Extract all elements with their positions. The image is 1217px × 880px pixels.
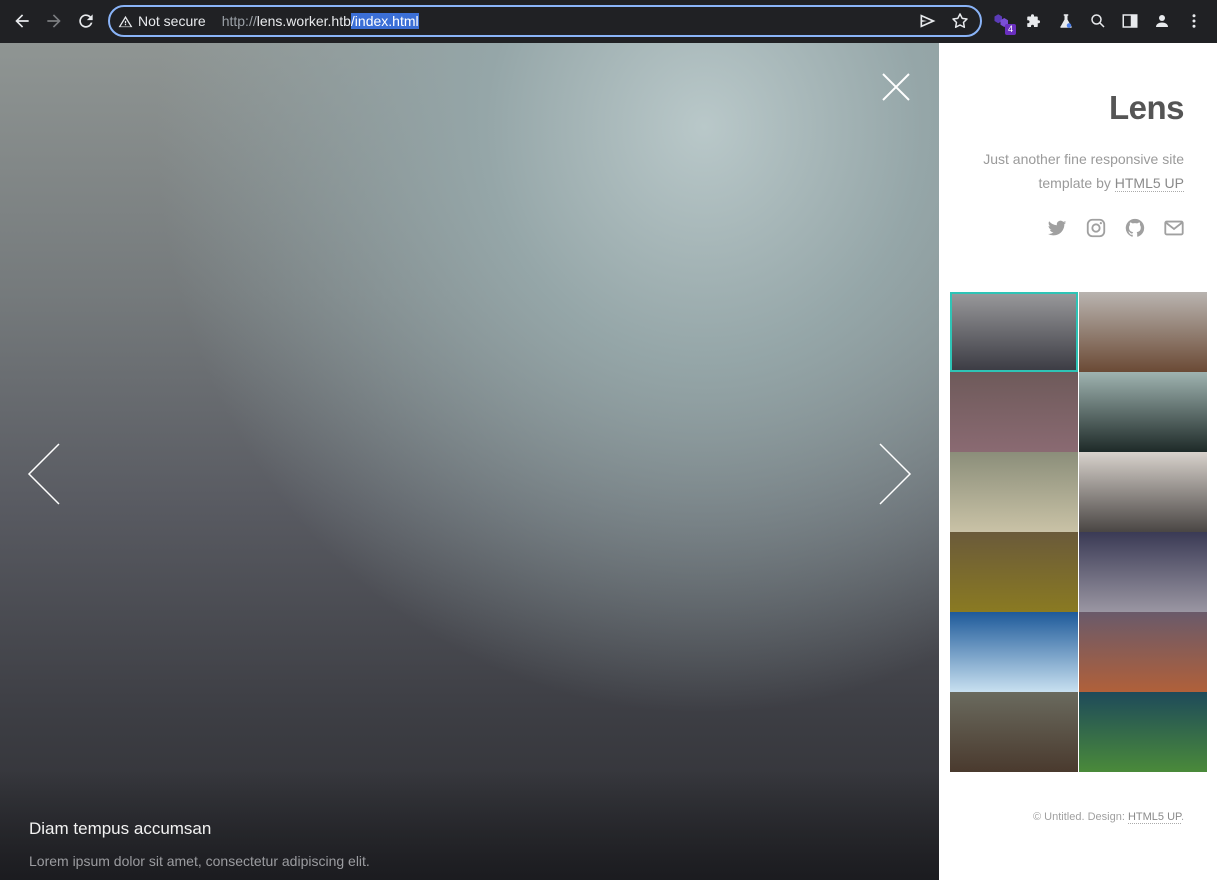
- url-host: lens.worker.htb: [256, 13, 351, 29]
- search-icon: [1091, 14, 1105, 28]
- flask-icon: [1060, 14, 1072, 28]
- thumbnail[interactable]: [1079, 692, 1207, 772]
- security-indicator[interactable]: Not secure: [118, 13, 222, 29]
- person-icon: [1156, 15, 1168, 27]
- twitter-icon[interactable]: [1046, 217, 1068, 239]
- image-caption: Diam tempus accumsan Lorem ipsum dolor s…: [29, 819, 370, 869]
- thumbnail[interactable]: [950, 372, 1078, 452]
- side-panel-button[interactable]: [1120, 6, 1140, 36]
- thumbnail[interactable]: [1079, 292, 1207, 372]
- instagram-icon[interactable]: [1085, 217, 1107, 239]
- thumbnail-grid: [950, 292, 1207, 772]
- more-vertical-icon: [1192, 14, 1196, 28]
- footer-suffix: .: [1180, 811, 1184, 823]
- profile-button[interactable]: [1152, 6, 1172, 36]
- security-label: Not secure: [138, 13, 206, 29]
- labs-button[interactable]: [1056, 6, 1076, 36]
- reload-button[interactable]: [70, 5, 102, 37]
- side-panel-icon: [1122, 14, 1138, 28]
- url-text[interactable]: http://lens.worker.htb/index.html: [222, 13, 419, 29]
- url-scheme: http://: [221, 13, 257, 29]
- thumbnail[interactable]: [950, 452, 1078, 532]
- footer: © Untitled. Design: HTML5 UP.: [1033, 811, 1184, 824]
- browser-toolbar: Not secure http://lens.worker.htb/index.…: [0, 0, 1217, 43]
- next-arrow-icon[interactable]: [878, 443, 912, 505]
- thumbnail[interactable]: [950, 612, 1078, 692]
- forward-button[interactable]: [38, 5, 70, 37]
- site-title: Lens: [1108, 89, 1185, 126]
- sidebar: Lens Just another fine responsive site t…: [939, 43, 1217, 880]
- image-viewer[interactable]: Diam tempus accumsan Lorem ipsum dolor s…: [0, 43, 939, 880]
- bookmark-star-icon[interactable]: [950, 11, 970, 31]
- search-tabs-button[interactable]: [1088, 6, 1108, 36]
- send-icon[interactable]: [918, 11, 938, 31]
- email-icon[interactable]: [1163, 217, 1185, 239]
- thumbnail[interactable]: [1079, 452, 1207, 532]
- thumbnail[interactable]: [950, 692, 1078, 772]
- caption-title: Diam tempus accumsan: [29, 819, 212, 838]
- extensions-button[interactable]: [1024, 6, 1044, 36]
- html5up-link[interactable]: HTML5 UP: [1114, 175, 1184, 192]
- thumbnail[interactable]: [950, 532, 1078, 612]
- reload-icon: [79, 14, 93, 28]
- extension-badge: 4: [1004, 24, 1016, 35]
- thumbnail[interactable]: [1079, 612, 1207, 692]
- thumbnail[interactable]: [1079, 372, 1207, 452]
- social-icons: [1046, 217, 1185, 239]
- extension-button[interactable]: 4: [992, 6, 1016, 36]
- previous-arrow-icon[interactable]: [27, 443, 61, 505]
- arrow-left-icon: [15, 14, 29, 28]
- back-button[interactable]: [6, 5, 38, 37]
- github-icon[interactable]: [1124, 217, 1146, 239]
- warning-icon: [118, 15, 133, 27]
- site-tagline: Just another fine responsive site templa…: [944, 147, 1184, 195]
- close-icon[interactable]: [880, 71, 912, 103]
- footer-html5up-link[interactable]: HTML5 UP: [1127, 811, 1181, 824]
- arrow-right-icon: [47, 14, 61, 28]
- thumbnail[interactable]: [1079, 532, 1207, 612]
- address-bar[interactable]: Not secure http://lens.worker.htb/index.…: [108, 5, 982, 37]
- thumbnail[interactable]: [950, 292, 1078, 372]
- footer-copyright: © Untitled. Design:: [1033, 811, 1128, 823]
- puzzle-icon: [1027, 14, 1040, 27]
- browser-menu-button[interactable]: [1184, 6, 1204, 36]
- caption-text: Lorem ipsum dolor sit amet, consectetur …: [29, 853, 370, 869]
- url-path: /index.html: [350, 13, 419, 29]
